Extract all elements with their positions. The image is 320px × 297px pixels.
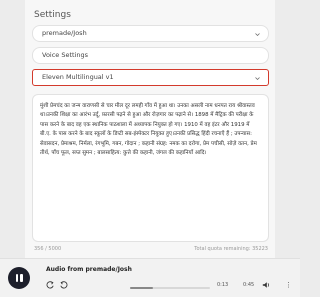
- pause-button[interactable]: [8, 267, 30, 289]
- model-select[interactable]: Eleven Multilingual v1: [32, 69, 269, 86]
- current-time: 0:13: [217, 282, 229, 288]
- settings-title: Settings: [34, 10, 71, 20]
- model-select-value: Eleven Multilingual v1: [42, 73, 114, 81]
- forward-icon[interactable]: [60, 281, 68, 289]
- text-input-area[interactable]: मुंशी प्रेमचंद का जन्म वाराणसी से चार मी…: [32, 94, 269, 242]
- chevron-down-icon: [255, 33, 260, 37]
- text-content: मुंशी प्रेमचंद का जन्म वाराणसी से चार मी…: [40, 103, 257, 157]
- more-icon[interactable]: ⋮: [285, 281, 292, 289]
- audio-player: Audio from premade/Josh 0:13 0:45 ⋮: [0, 258, 300, 297]
- rewind-icon[interactable]: [46, 281, 54, 289]
- voice-select[interactable]: premade/Josh: [32, 25, 269, 42]
- total-time: 0:45: [243, 282, 255, 288]
- player-title: Audio from premade/Josh: [46, 266, 132, 273]
- playback-progress[interactable]: [130, 287, 210, 289]
- chevron-down-icon: [255, 77, 260, 81]
- pause-icon-bar: [20, 274, 23, 282]
- pause-icon: [15, 274, 18, 282]
- volume-icon[interactable]: [262, 281, 270, 289]
- quota-remaining: Total quota remaining: 35223: [194, 246, 268, 252]
- voice-select-value: premade/Josh: [42, 29, 87, 37]
- voice-settings-label: Voice Settings: [42, 51, 89, 59]
- voice-settings-select[interactable]: Voice Settings: [32, 47, 269, 64]
- playback-progress-fill: [130, 287, 154, 289]
- character-count: 356 / 5000: [34, 246, 62, 252]
